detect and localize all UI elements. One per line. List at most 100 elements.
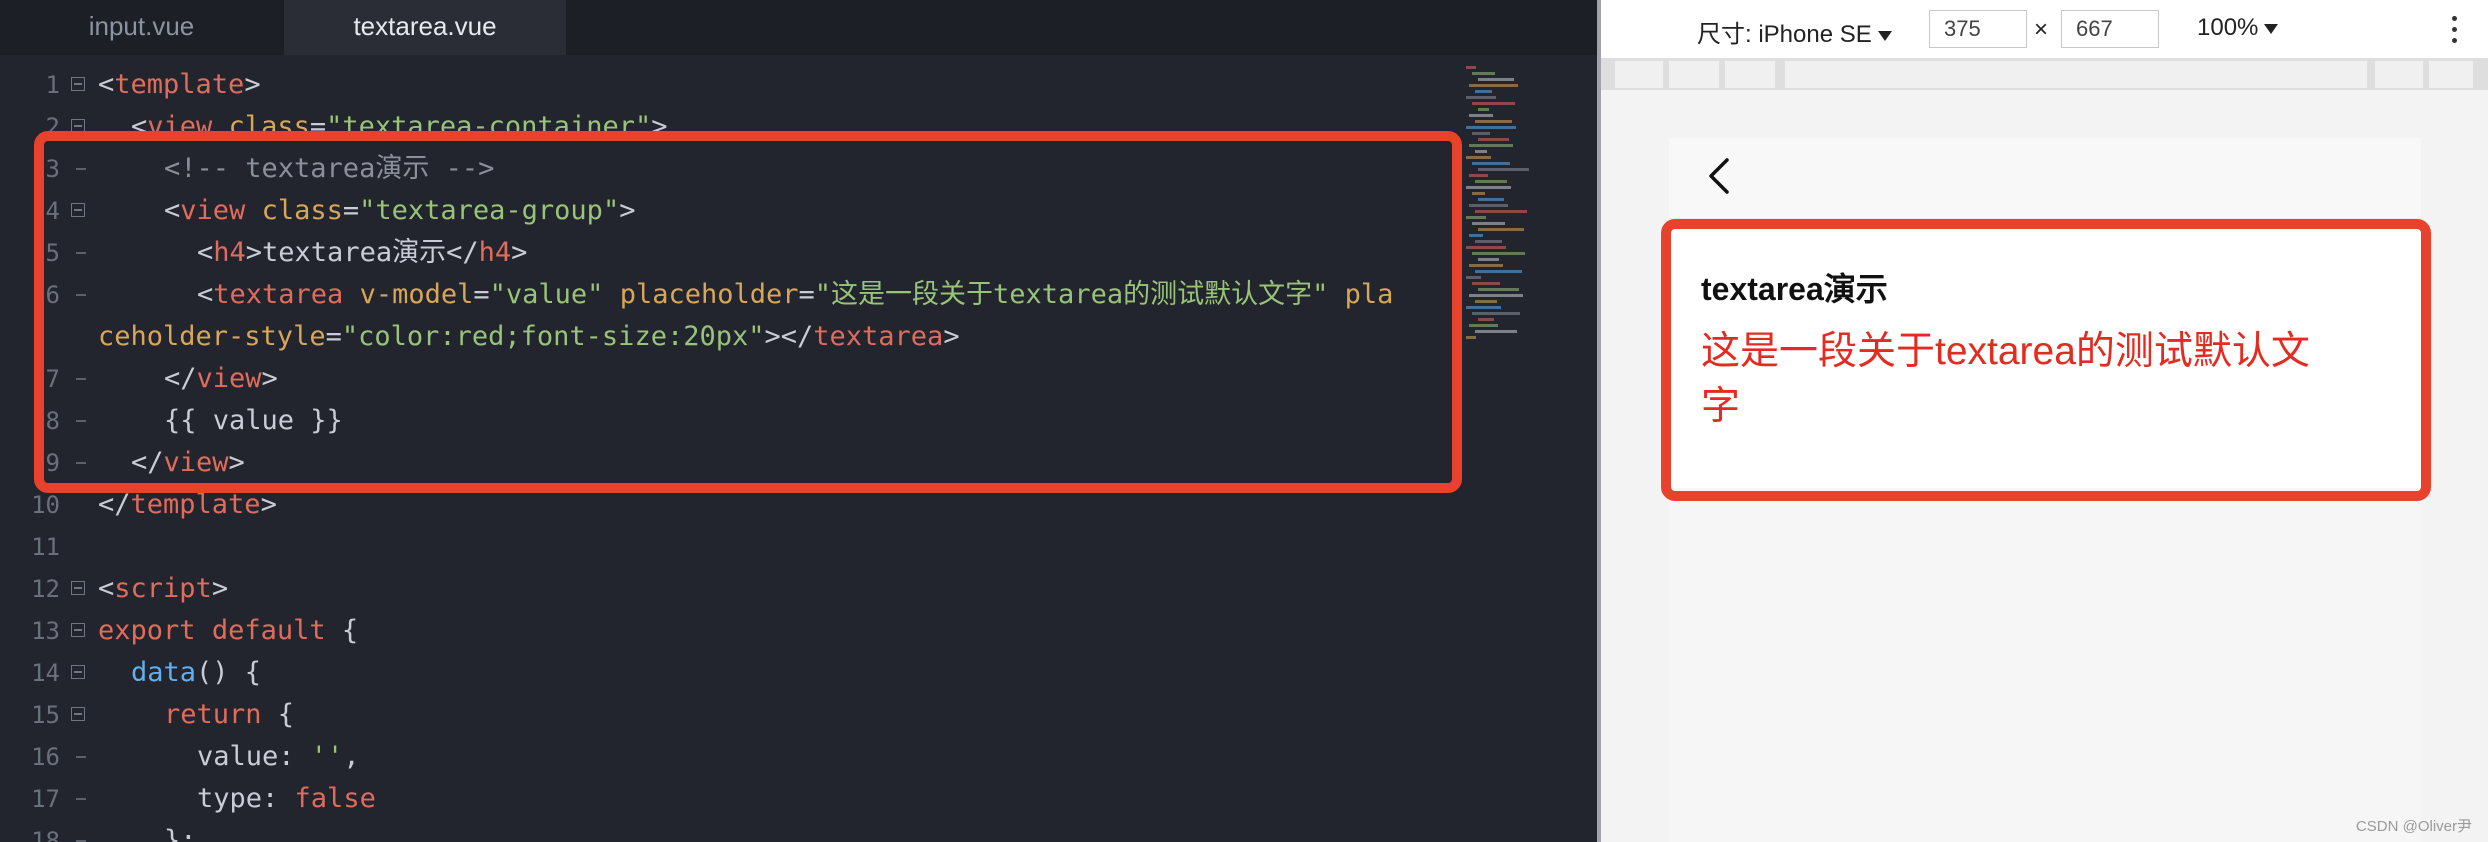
chevron-left-icon[interactable]	[1701, 156, 1741, 196]
code-token: };	[164, 825, 197, 842]
minimap-line	[1478, 318, 1494, 321]
minimap-line	[1466, 156, 1491, 159]
code-token: value	[197, 741, 279, 772]
minimap-line	[1472, 72, 1495, 75]
fold-toggle-icon[interactable]	[71, 623, 85, 637]
tab-input-vue[interactable]: input.vue	[0, 0, 283, 55]
code-token: return	[164, 699, 262, 730]
zoom-label: 100%	[2197, 14, 2259, 41]
minimap-line	[1466, 126, 1516, 129]
code-editor: input.vue textarea.vue 1 <template> 2 <view…	[0, 0, 1597, 842]
code-token: >	[260, 489, 277, 520]
device-toolbar: 尺寸: iPhone SE 375 × 667 100%	[1601, 0, 2488, 59]
code-line[interactable]: 18};	[0, 820, 1470, 842]
code-text: return {	[164, 694, 294, 736]
minimap-line	[1475, 300, 1497, 303]
line-number: 17	[31, 785, 60, 813]
zoom-select[interactable]: 100%	[2197, 14, 2279, 42]
minimap-line	[1466, 186, 1511, 189]
code-line[interactable]: 1 <template>	[0, 64, 1470, 106]
minimap-line	[1466, 66, 1476, 69]
fold-toggle-icon[interactable]	[71, 581, 85, 595]
minimap-line	[1475, 210, 1527, 213]
minimap-line	[1478, 288, 1519, 291]
fold-guide	[76, 840, 86, 842]
code-line[interactable]: 13 export default {	[0, 610, 1470, 652]
fold-toggle-icon[interactable]	[71, 707, 85, 721]
code-line[interactable]: 15 return {	[0, 694, 1470, 736]
line-number: 11	[31, 533, 60, 561]
code-line[interactable]: 11	[0, 526, 1470, 568]
minimap-line	[1475, 120, 1512, 123]
dropdown-caret-icon	[1877, 30, 1892, 41]
fold-guide	[76, 756, 86, 758]
minimap-line	[1466, 336, 1476, 339]
minimap-line	[1472, 102, 1515, 105]
code-text: <template>	[98, 64, 261, 106]
minimap-line	[1478, 138, 1509, 141]
code-token: :	[278, 741, 311, 772]
minimap-line	[1478, 198, 1504, 201]
minimap[interactable]	[1462, 64, 1582, 354]
fold-toggle-icon[interactable]	[71, 665, 85, 679]
minimap-line	[1475, 240, 1502, 243]
code-line[interactable]: 14 data() {	[0, 652, 1470, 694]
minimap-line	[1472, 192, 1485, 195]
code-token: >	[211, 573, 229, 604]
editor-tab-bar: input.vue textarea.vue	[0, 0, 1597, 55]
minimap-line	[1466, 96, 1496, 99]
code-token: () {	[196, 657, 262, 688]
minimap-line	[1478, 108, 1489, 111]
more-options-icon[interactable]	[2452, 16, 2458, 44]
minimap-line	[1472, 282, 1500, 285]
code-line[interactable]: 17 type: false	[0, 778, 1470, 820]
code-token: </	[98, 489, 131, 520]
code-token: <	[98, 573, 115, 604]
minimap-line	[1475, 270, 1522, 273]
media-query-segment[interactable]	[1785, 61, 2367, 88]
minimap-line	[1469, 144, 1513, 147]
media-query-bar[interactable]	[1601, 59, 2488, 90]
minimap-line	[1466, 216, 1486, 219]
minimap-line	[1469, 84, 1518, 87]
code-line[interactable]: 16 value: '',	[0, 736, 1470, 778]
device-size-select[interactable]: 尺寸: iPhone SE	[1697, 14, 1892, 49]
minimap-line	[1469, 264, 1503, 267]
media-query-segment[interactable]	[2429, 61, 2473, 88]
code-token: type	[197, 783, 263, 814]
height-input[interactable]: 667	[2061, 10, 2159, 48]
code-token: default	[211, 615, 326, 646]
media-query-segment[interactable]	[2375, 61, 2423, 88]
code-text: data() {	[131, 652, 261, 694]
dropdown-caret-icon	[2264, 23, 2279, 34]
width-input[interactable]: 375	[1929, 10, 2027, 48]
minimap-line	[1472, 162, 1510, 165]
tab-textarea-vue[interactable]: textarea.vue	[284, 0, 566, 55]
code-line[interactable]: 12 <script>	[0, 568, 1470, 610]
minimap-line	[1475, 330, 1517, 333]
times-sign: ×	[2034, 16, 2049, 43]
minimap-line	[1478, 168, 1529, 171]
code-text: type: false	[197, 778, 376, 820]
code-token: {	[261, 699, 295, 730]
minimap-line	[1478, 228, 1524, 231]
code-token: false	[294, 783, 376, 814]
device-size-label: 尺寸: iPhone SE	[1697, 21, 1872, 48]
fold-guide	[76, 798, 86, 800]
line-number: 14	[31, 659, 60, 687]
line-number: 13	[31, 617, 60, 645]
minimap-line	[1478, 258, 1499, 261]
code-token: ,	[343, 741, 360, 772]
minimap-line	[1469, 174, 1488, 177]
minimap-line	[1466, 306, 1501, 309]
fold-toggle-icon[interactable]	[71, 77, 85, 91]
minimap-line	[1469, 114, 1493, 117]
minimap-line	[1469, 204, 1508, 207]
line-number: 12	[31, 575, 60, 603]
code-token: ''	[310, 741, 344, 772]
code-text: };	[164, 820, 197, 842]
media-query-segment[interactable]	[1615, 61, 1663, 88]
media-query-segment[interactable]	[1725, 61, 1775, 88]
media-query-segment[interactable]	[1669, 61, 1719, 88]
